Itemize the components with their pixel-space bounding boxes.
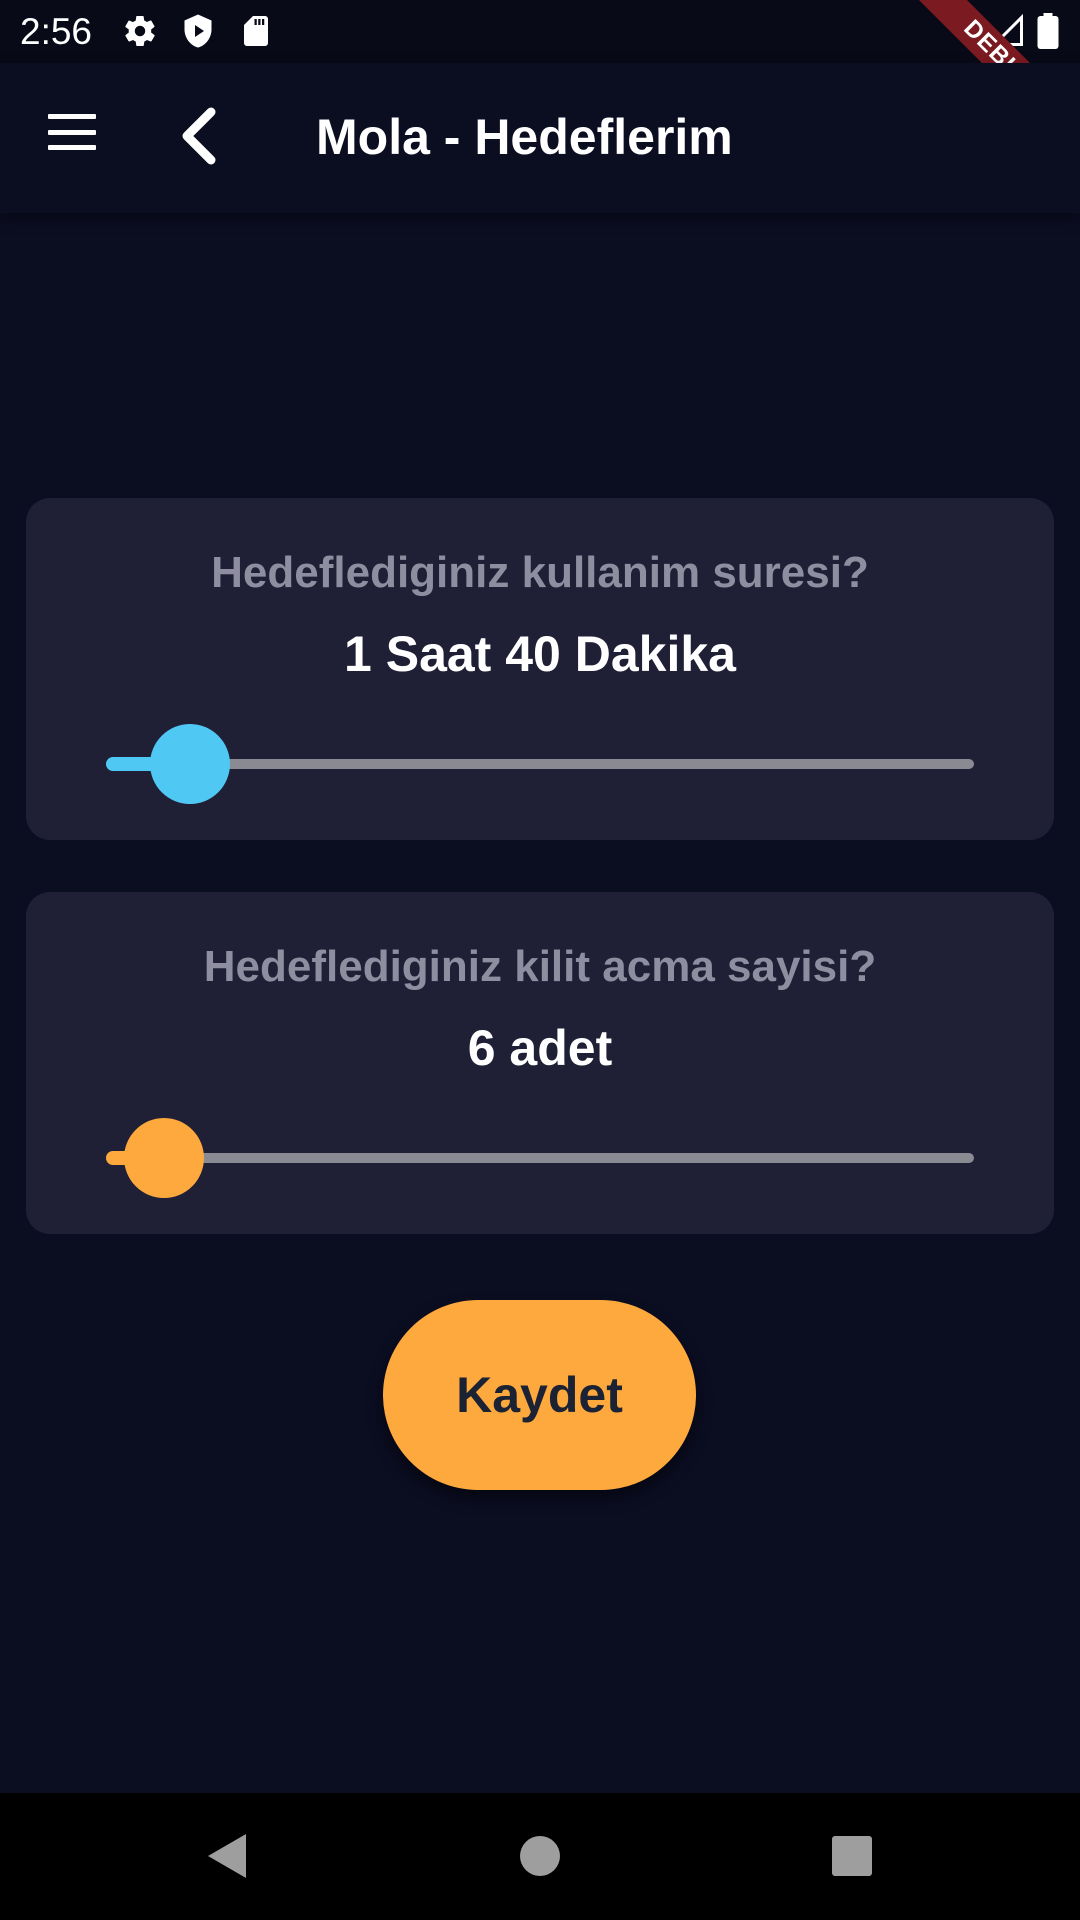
menu-line [48,145,96,150]
hamburger-menu-icon[interactable] [40,108,104,156]
status-bar: 2:56 [0,0,1080,63]
menu-line [48,129,96,135]
usage-time-card: Hedeflediginiz kullanim suresi? 1 Saat 4… [26,498,1054,840]
unlock-count-card: Hedeflediginiz kilit acma sayisi? 6 adet [26,892,1054,1234]
app-bar: Mola - Hedeflerim [0,63,1080,213]
unlock-count-value: 6 adet [467,1020,613,1076]
usage-time-slider[interactable] [106,724,974,804]
gear-icon [122,13,158,49]
usage-time-question: Hedeflediginiz kullanim suresi? [211,548,869,597]
unlock-count-question: Hedeflediginiz kilit acma sayisi? [203,942,877,991]
page-title: Mola - Hedeflerim [316,109,733,165]
menu-line [48,114,96,119]
back-triangle-icon[interactable] [200,1828,256,1884]
slider-thumb[interactable] [124,1118,205,1198]
slider-track[interactable] [106,759,974,769]
screen: 2:56 DEBUG Mola - Hedeflerim Hedefledigi… [0,0,1080,1920]
home-circle-icon[interactable] [512,1828,568,1884]
unlock-count-slider[interactable] [106,1118,974,1198]
slider-track[interactable] [106,1153,974,1163]
sd-card-icon [238,13,274,49]
play-protect-icon [180,13,216,49]
usage-time-value: 1 Saat 40 Dakika [344,626,736,682]
save-button[interactable]: Kaydet [383,1300,696,1490]
navigation-bar [0,1793,1080,1920]
recents-square-icon[interactable] [824,1828,880,1884]
slider-thumb[interactable] [150,724,231,804]
chevron-left-icon[interactable] [175,106,225,166]
status-time: 2:56 [20,11,93,52]
battery-icon [1032,13,1064,49]
